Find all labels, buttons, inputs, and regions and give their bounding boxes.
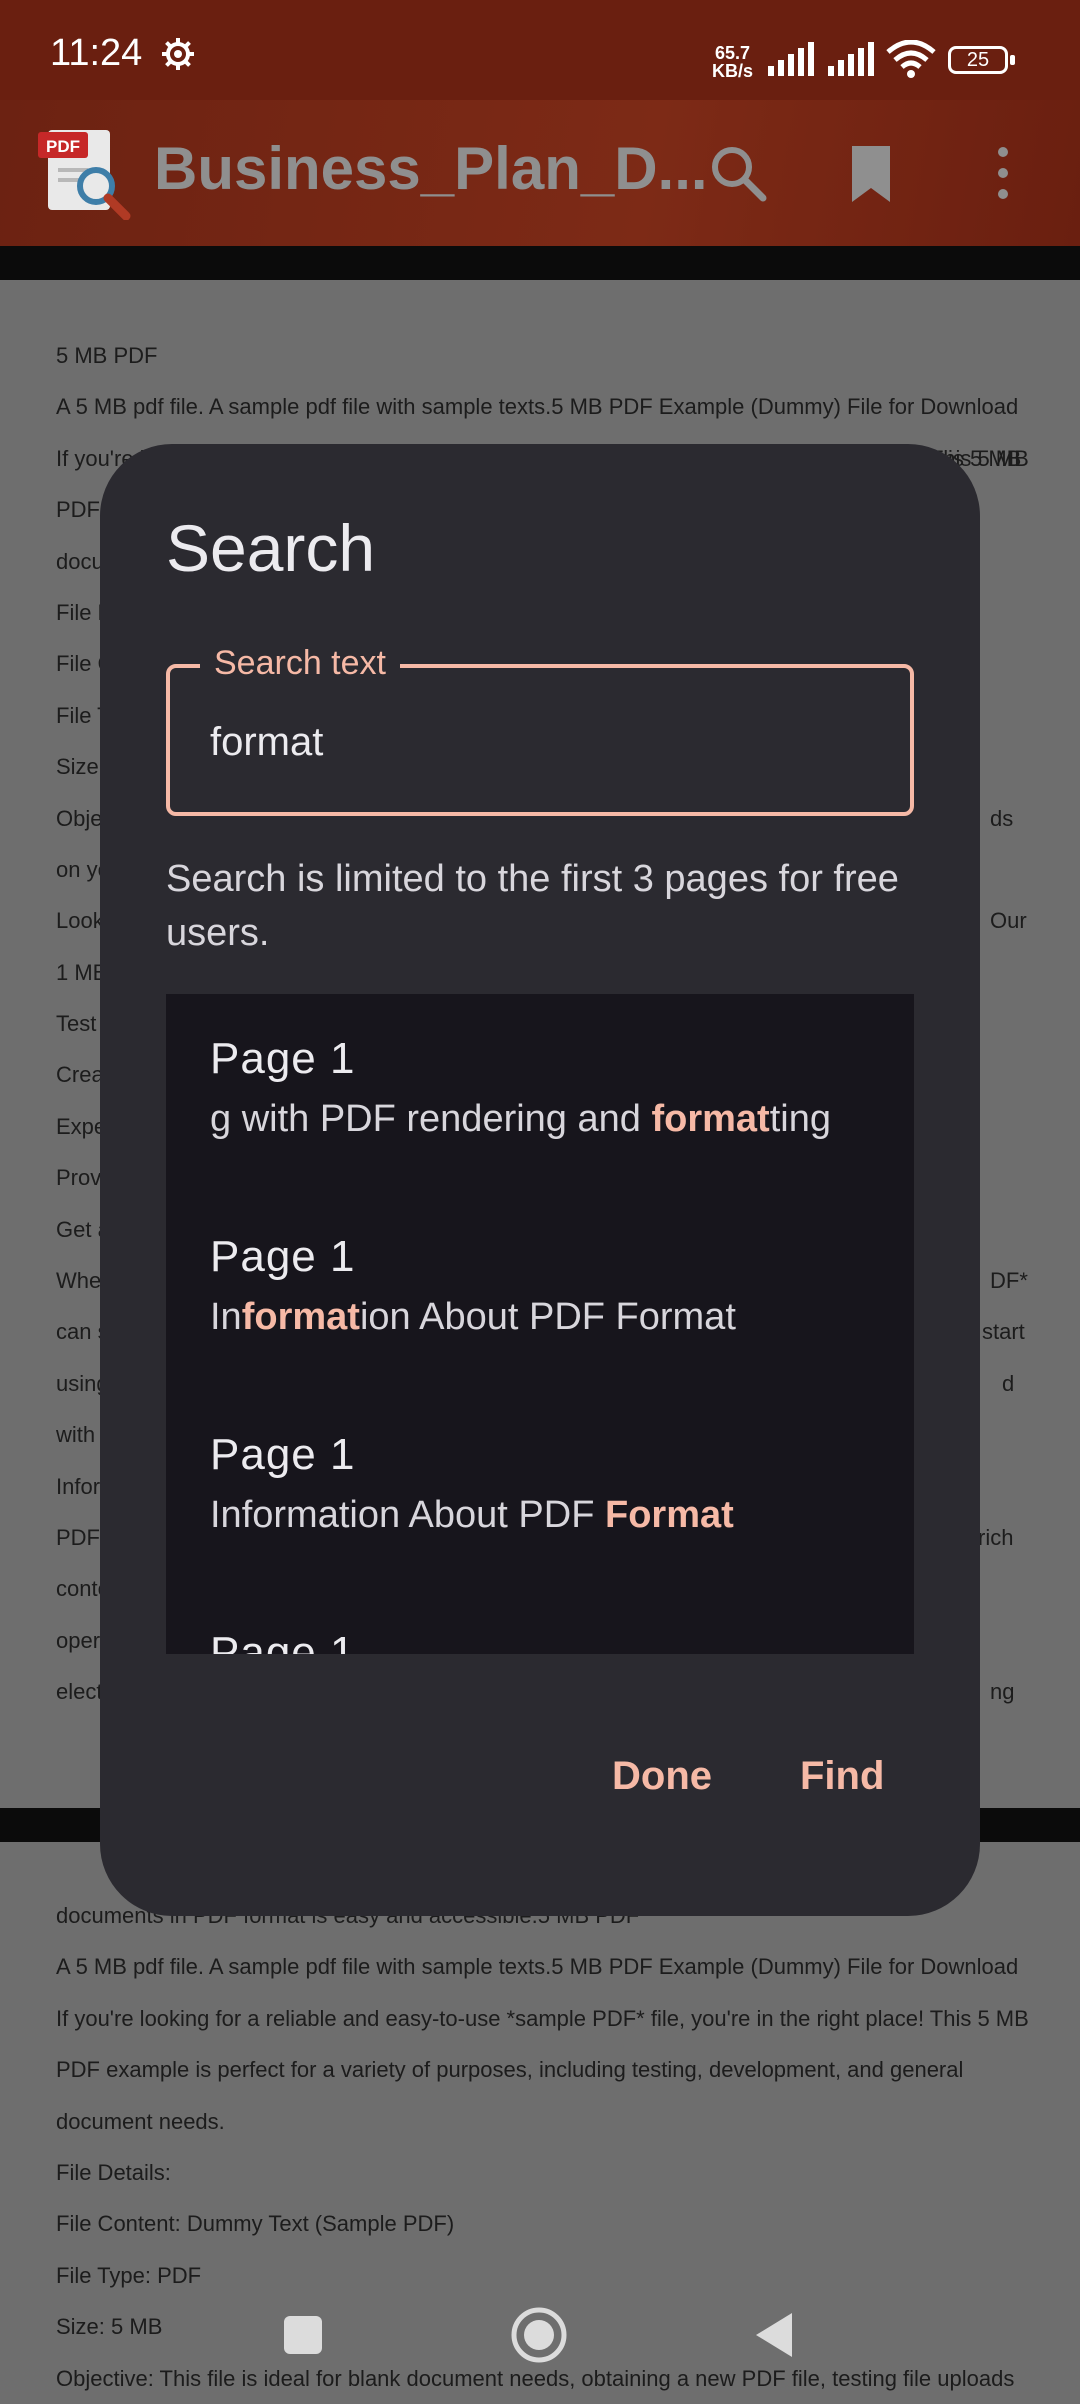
more-vert-icon[interactable] xyxy=(970,140,1036,206)
signal-icon xyxy=(768,42,814,76)
result-snippet: g with PDF rendering and formatting xyxy=(210,1098,831,1140)
document-line: 5 MB PDF xyxy=(56,343,158,368)
search-dialog: Search Search text Search is limited to … xyxy=(100,444,980,1916)
document-line: A 5 MB pdf file. A sample pdf file with … xyxy=(56,394,1019,420)
dialog-title: Search xyxy=(166,511,376,585)
search-icon[interactable] xyxy=(705,140,771,206)
result-snippet: Information About PDF Format xyxy=(210,1494,734,1536)
gear-icon xyxy=(162,38,194,70)
search-text-field[interactable]: Search text xyxy=(166,644,914,816)
battery-icon: 25 xyxy=(948,46,1015,74)
back-triangle-icon[interactable] xyxy=(752,2310,796,2360)
home-circle-icon[interactable] xyxy=(510,2306,568,2364)
document-right-fragments: is 5 MB ds Our DF* start d rich ng xyxy=(948,445,1028,1705)
document-line: document needs. xyxy=(56,2108,225,2134)
document-line: If you're looking for a reliable and eas… xyxy=(56,2005,1029,2031)
search-text-label: Search text xyxy=(200,644,400,683)
pdf-logo-icon: PDF xyxy=(38,130,131,220)
status-time: 11:24 xyxy=(50,32,143,74)
search-results-list[interactable]: Page 1 g with PDF rendering and formatti… xyxy=(166,994,914,1654)
document-title: Business_Plan_D... xyxy=(154,135,708,202)
signal-icon xyxy=(828,42,874,76)
result-page: Page 1 xyxy=(210,1430,356,1479)
find-button[interactable]: Find xyxy=(792,1744,892,1809)
app-bar: PDF Business_Plan_D... xyxy=(0,100,1080,246)
document-line: A 5 MB pdf file. A sample pdf file with … xyxy=(56,1954,1019,1980)
search-result-item[interactable]: Page 1 Information About PDF Format xyxy=(166,1192,914,1390)
document-line: File Details: xyxy=(56,2159,171,2185)
search-limit-note: Search is limited to the first 3 pages f… xyxy=(166,858,899,954)
network-speed: 65.7 KB/s xyxy=(712,43,754,81)
bookmark-icon[interactable] xyxy=(838,140,904,206)
wifi-icon xyxy=(886,40,936,78)
result-page: Page 1 xyxy=(210,1034,356,1083)
search-input[interactable] xyxy=(210,712,870,772)
document-line: PDF example is perfect for a variety of … xyxy=(56,2057,964,2083)
svg-text:PDF: PDF xyxy=(46,137,80,156)
page-divider xyxy=(0,246,1080,280)
result-page: Page 1 xyxy=(210,1628,356,1654)
search-result-item[interactable]: Page 1 g with PDF rendering and formatti… xyxy=(166,994,914,1192)
done-button[interactable]: Done xyxy=(604,1744,720,1809)
search-result-item[interactable]: Page 1 Information About PDF Format xyxy=(166,1390,914,1588)
result-snippet: Information About PDF Format xyxy=(210,1296,736,1338)
search-result-item[interactable]: Page 1 xyxy=(166,1588,914,1654)
status-bar: 11:24 65.7 KB/s 25 xyxy=(0,0,1080,100)
document-line: File Content: Dummy Text (Sample PDF) xyxy=(56,2211,455,2237)
document-line: File Type: PDF xyxy=(56,2262,202,2288)
recents-square-icon[interactable] xyxy=(282,2314,324,2356)
result-page: Page 1 xyxy=(210,1232,356,1281)
